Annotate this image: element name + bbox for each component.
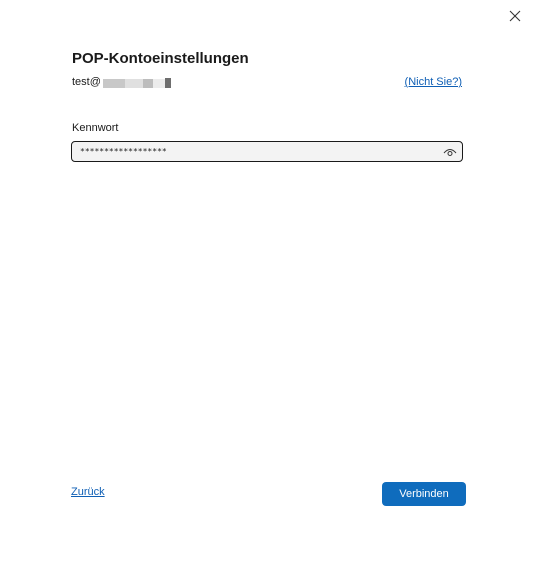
connect-button[interactable]: Verbinden: [382, 482, 466, 506]
not-you-link[interactable]: (Nicht Sie?): [405, 76, 462, 88]
account-email: test@: [72, 76, 171, 89]
reveal-password-button[interactable]: [442, 145, 458, 158]
email-redacted: [102, 77, 171, 89]
dialog-title: POP-Kontoeinstellungen: [72, 50, 249, 67]
close-icon: [509, 10, 521, 22]
pop-account-settings-dialog: POP-Kontoeinstellungen test@ (Nicht Sie?…: [0, 0, 537, 574]
password-field[interactable]: [71, 141, 463, 162]
account-row: test@ (Nicht Sie?): [72, 75, 466, 91]
email-prefix: test@: [72, 76, 101, 88]
back-link[interactable]: Zurück: [71, 486, 105, 498]
eye-icon: [443, 148, 457, 156]
password-input[interactable]: [80, 144, 440, 158]
password-label: Kennwort: [72, 122, 119, 134]
close-button[interactable]: [503, 4, 527, 28]
